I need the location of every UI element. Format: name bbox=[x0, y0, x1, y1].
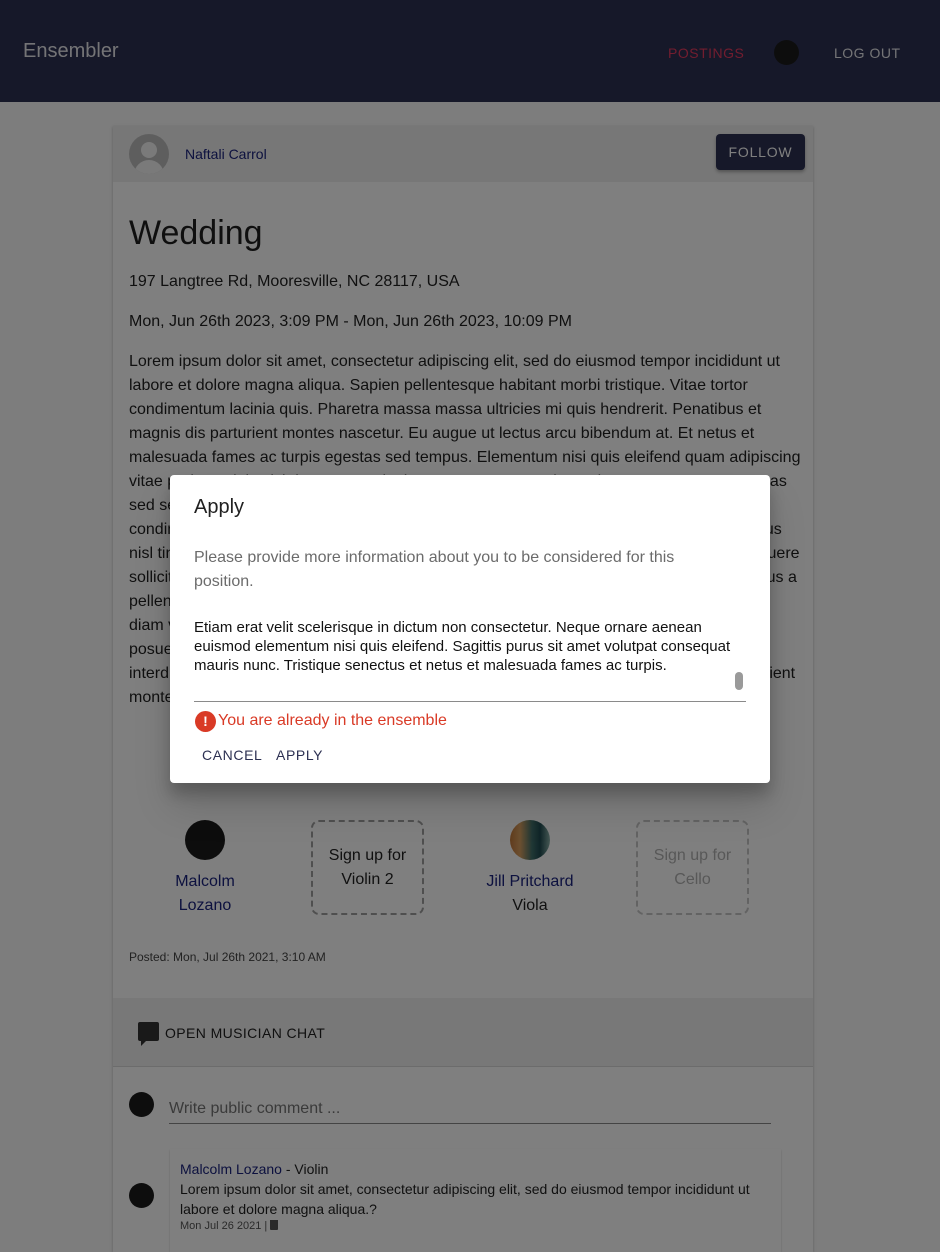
application-textarea[interactable]: Etiam erat velit scelerisque in dictum n… bbox=[194, 618, 734, 698]
apply-button[interactable]: APPLY bbox=[276, 747, 323, 763]
textarea-scrollbar[interactable] bbox=[735, 672, 743, 690]
apply-dialog: Apply Please provide more information ab… bbox=[170, 475, 770, 783]
dialog-title: Apply bbox=[194, 496, 245, 518]
error-message: You are already in the ensemble bbox=[218, 712, 447, 729]
application-textarea-wrapper: Etiam erat velit scelerisque in dictum n… bbox=[194, 618, 746, 702]
dialog-prompt: Please provide more information about yo… bbox=[194, 549, 675, 590]
cancel-button[interactable]: CANCEL bbox=[202, 747, 262, 763]
error-icon: ! bbox=[195, 711, 216, 732]
